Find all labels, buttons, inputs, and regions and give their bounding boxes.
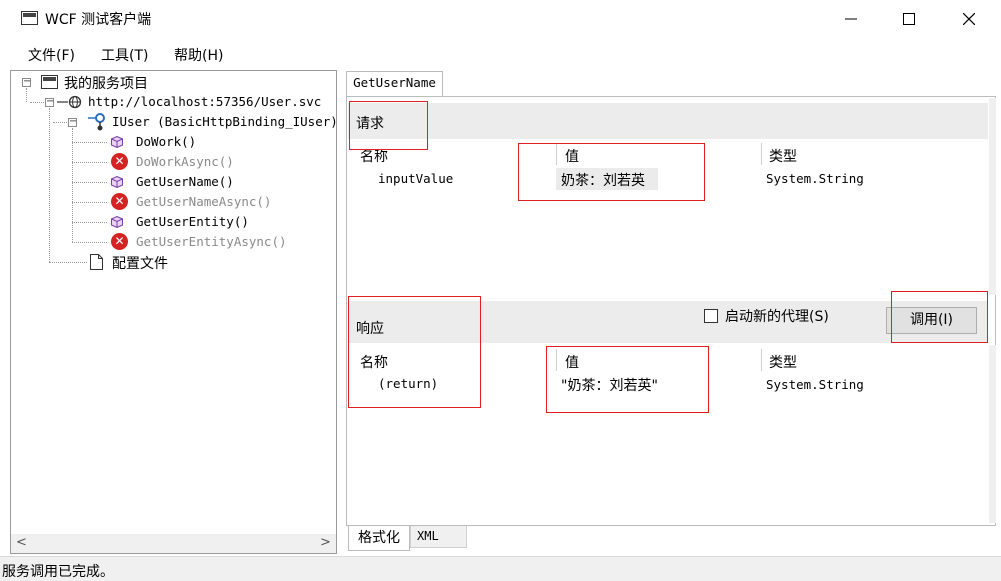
scroll-left-arrow-icon[interactable]: < [16, 535, 27, 550]
operation-cube-icon [111, 216, 123, 228]
operation-getusername[interactable]: GetUserName() [136, 174, 234, 189]
window-title: WCF 测试客户端 [45, 12, 152, 28]
tree-connector [72, 202, 107, 203]
menu-bar [0, 38, 1001, 68]
tree-horizontal-scrollbar[interactable] [11, 534, 336, 553]
operation-getuserentityasync[interactable]: GetUserEntityAsync() [136, 234, 287, 249]
error-icon: ✕ [111, 153, 128, 170]
request-param-name: inputValue [378, 171, 454, 186]
tree-config-label[interactable]: 配置文件 [112, 253, 168, 273]
request-section-bar [348, 103, 988, 139]
operation-doworkasync[interactable]: DoWorkAsync() [136, 154, 234, 169]
maximize-icon [903, 12, 915, 25]
column-separator [761, 143, 762, 165]
response-vertical-scrollbar[interactable] [989, 345, 996, 523]
tree-endpoint-label[interactable]: http://localhost:57356/User.svc [88, 94, 321, 109]
response-param-type: System.String [766, 377, 864, 392]
request-col-type-header: 类型 [769, 149, 797, 165]
tab-formatted[interactable]: 格式化 [348, 526, 410, 551]
app-console-icon [21, 11, 38, 25]
operation-getusernameasync[interactable]: GetUserNameAsync() [136, 194, 271, 209]
menu-tools[interactable]: 工具(T) [101, 45, 148, 65]
annotation-box-response-name [348, 296, 481, 408]
close-icon [962, 12, 976, 25]
tree-connector [72, 128, 73, 242]
new-proxy-checkbox[interactable] [704, 309, 718, 323]
annotation-box-request-title [349, 101, 428, 150]
tree-contract-label[interactable]: IUser (BasicHttpBinding_IUser) [112, 114, 338, 129]
tree-connector [30, 102, 44, 103]
status-bar [0, 556, 1001, 581]
column-separator [761, 349, 762, 371]
menu-file[interactable]: 文件(F) [28, 45, 75, 65]
annotation-box-response-value [546, 346, 709, 413]
tree-connector [72, 142, 107, 143]
scroll-right-arrow-icon[interactable]: > [320, 535, 331, 550]
tab-xml[interactable]: XML [410, 526, 467, 548]
operation-dowork[interactable]: DoWork() [136, 134, 196, 149]
contract-interface-icon [88, 113, 105, 131]
tree-connector [72, 222, 107, 223]
tree-root-label[interactable]: 我的服务项目 [64, 73, 148, 93]
close-button[interactable] [940, 0, 998, 36]
response-col-type-header: 类型 [769, 355, 797, 371]
project-console-icon [41, 75, 58, 89]
tree-connector [49, 262, 87, 263]
endpoint-globe-icon [57, 95, 82, 109]
config-file-icon [90, 254, 103, 270]
menu-help[interactable]: 帮助(H) [174, 45, 223, 65]
tree-connector [53, 122, 67, 123]
request-param-type: System.String [766, 171, 864, 186]
collapse-contract-toggle[interactable]: − [68, 117, 77, 127]
tree-connector [72, 182, 107, 183]
request-vertical-scrollbar[interactable] [989, 98, 996, 295]
new-proxy-label[interactable]: 启动新的代理(S) [725, 306, 829, 326]
tree-connector [72, 162, 107, 163]
minimize-icon [845, 18, 857, 19]
error-icon: ✕ [111, 193, 128, 210]
collapse-root-toggle[interactable]: − [22, 77, 31, 87]
status-text: 服务调用已完成。 [2, 564, 114, 580]
tree-connector [26, 88, 27, 102]
annotation-box-request-value [518, 143, 705, 201]
operation-cube-icon [111, 136, 123, 148]
maximize-button[interactable] [880, 0, 938, 36]
annotation-box-invoke-button [891, 291, 988, 343]
collapse-endpoint-toggle[interactable]: − [45, 97, 54, 107]
tree-connector [49, 108, 50, 262]
tab-getusername[interactable]: GetUserName [346, 71, 443, 96]
tree-connector [72, 242, 107, 243]
minimize-button[interactable] [822, 0, 880, 36]
operation-cube-icon [111, 176, 123, 188]
operation-getuserentity[interactable]: GetUserEntity() [136, 214, 249, 229]
error-icon: ✕ [111, 233, 128, 250]
